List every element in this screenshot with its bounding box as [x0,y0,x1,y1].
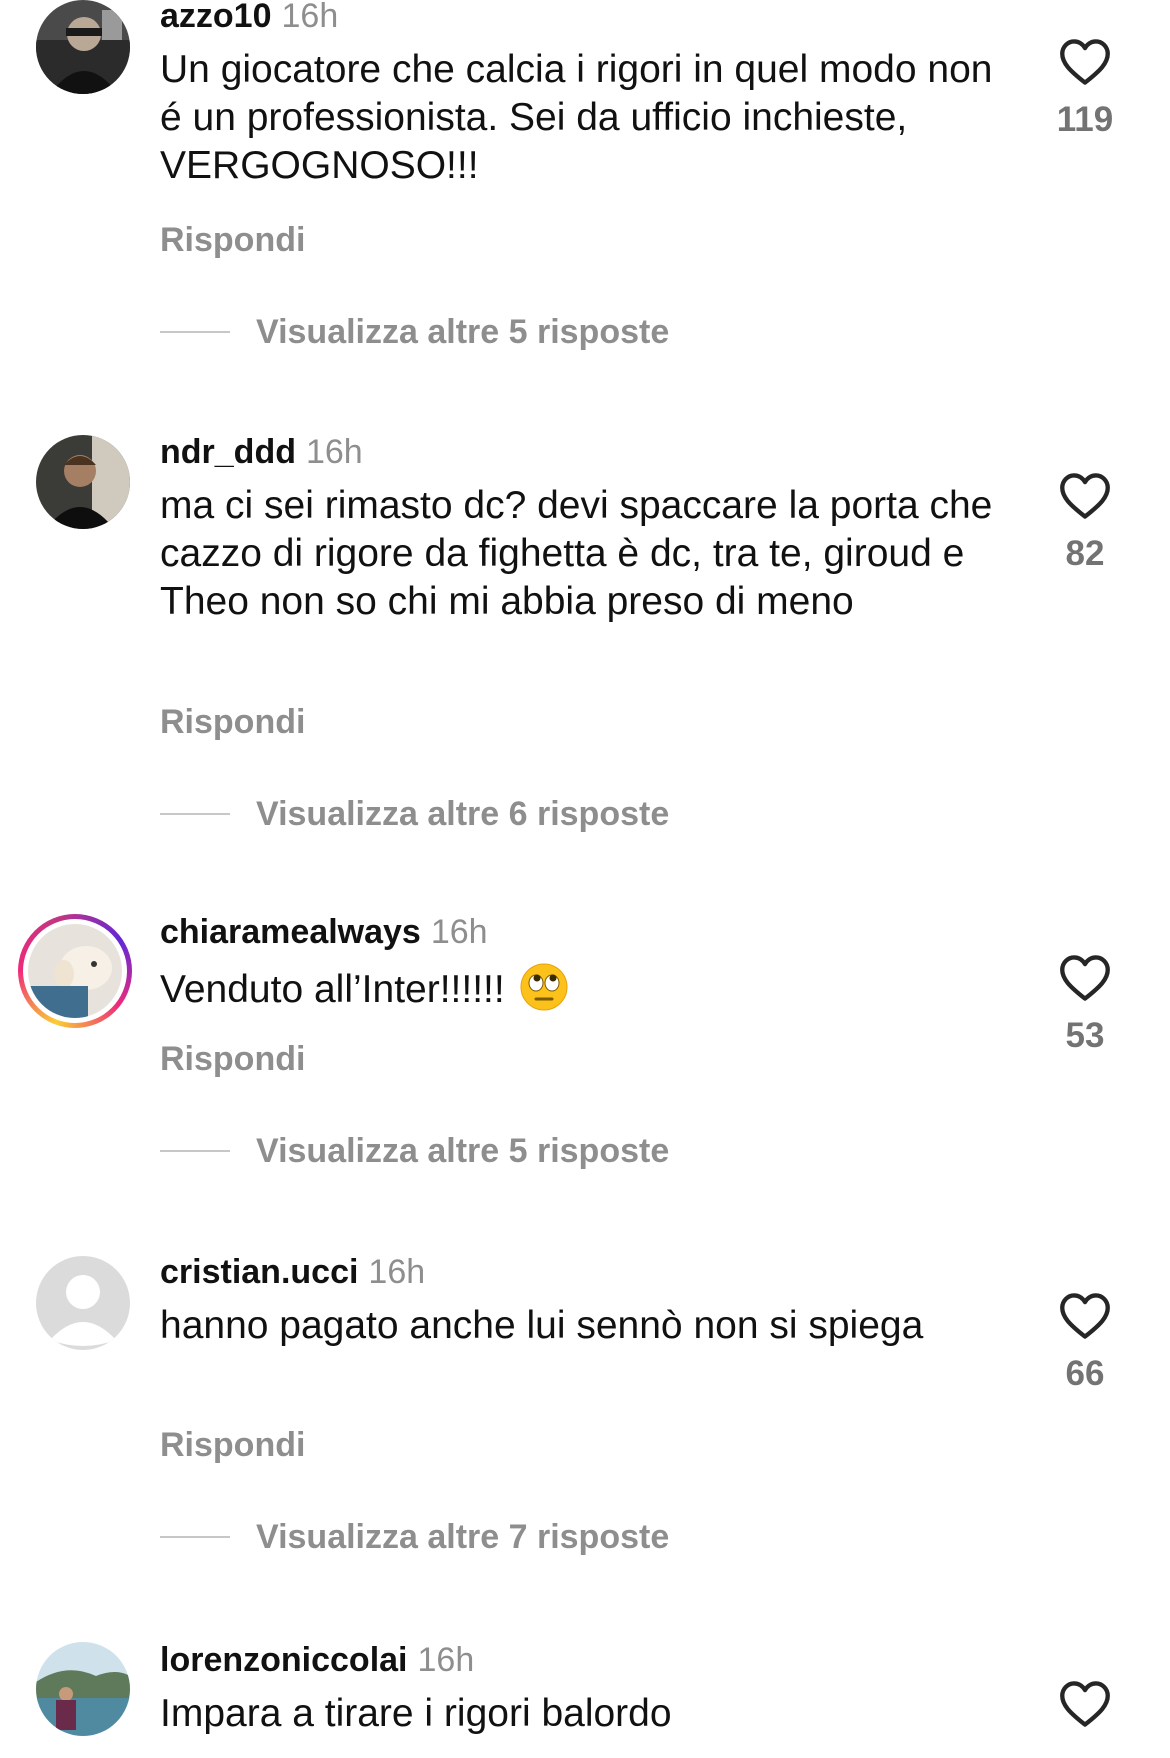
view-replies-label: Visualizza altre 5 risposte [256,1131,670,1170]
comment-header: ndr_ddd 16h [160,432,363,472]
username[interactable]: chiaramealways [160,913,421,951]
reply-button[interactable]: Rispondi [160,702,305,742]
heart-outline-icon [1060,955,1110,1001]
like-button[interactable]: 66 [1040,1292,1130,1394]
comment-text: Impara a tirare i rigori balordo [160,1692,672,1735]
reply-button[interactable]: Rispondi [160,220,305,260]
view-replies-label: Visualizza altre 6 risposte [256,794,670,833]
reply-button[interactable]: Rispondi [160,1425,305,1465]
timestamp: 16h [430,913,488,951]
comment-text: ma ci sei rimasto dc? devi spaccare la p… [160,484,993,623]
user-photo-avatar [36,435,130,529]
like-button[interactable]: 82 [1040,472,1130,574]
view-replies-button[interactable]: Visualizza altre 5 risposte [160,312,669,352]
story-ring-avatar[interactable] [18,914,132,1028]
view-replies-label: Visualizza altre 5 risposte [256,312,670,351]
divider-line [160,813,230,815]
view-replies-button[interactable]: Visualizza altre 6 risposte [160,794,669,834]
username[interactable]: azzo10 [160,0,272,35]
like-button[interactable]: 53 [1040,954,1130,1056]
comment-text: hanno pagato anche lui sennò non si spie… [160,1304,924,1347]
rolling-eyes-emoji-icon [520,963,568,1011]
timestamp: 16h [281,0,339,35]
divider-line [160,1150,230,1152]
avatar[interactable] [36,1642,130,1736]
avatar[interactable] [36,0,130,94]
username[interactable]: lorenzoniccolai [160,1641,408,1679]
heart-outline-icon [1060,1293,1110,1339]
user-photo-avatar [36,0,130,94]
like-count: 53 [1065,1016,1105,1055]
reply-button[interactable]: Rispondi [160,1039,305,1079]
timestamp: 16h [305,433,363,471]
comment-header: azzo10 16h [160,0,338,36]
like-button[interactable] [1040,1680,1130,1728]
dog-photo-avatar [28,924,122,1018]
heart-outline-icon [1060,1681,1110,1727]
default-avatar-icon [36,1256,130,1350]
view-replies-label: Visualizza altre 7 risposte [256,1517,670,1556]
like-count: 119 [1056,100,1114,139]
comment-text: Venduto all’Inter!!!!!! [160,962,1000,1014]
username[interactable]: ndr_ddd [160,433,296,471]
heart-outline-icon [1060,473,1110,519]
avatar[interactable] [36,1256,130,1350]
view-replies-button[interactable]: Visualizza altre 5 risposte [160,1131,669,1171]
user-photo-avatar [36,1642,130,1736]
comment-header: cristian.ucci 16h [160,1252,425,1292]
timestamp: 16h [368,1253,426,1291]
comment-text: Un giocatore che calcia i rigori in quel… [160,48,993,187]
avatar[interactable] [36,435,130,529]
username[interactable]: cristian.ucci [160,1253,358,1291]
comment-text-content: Venduto all’Inter!!!!!! [160,968,505,1011]
heart-outline-icon [1060,39,1110,85]
like-count: 66 [1065,1354,1105,1393]
comment-header: chiaramealways 16h [160,912,488,952]
comment-header: lorenzoniccolai 16h [160,1640,474,1680]
divider-line [160,331,230,333]
view-replies-button[interactable]: Visualizza altre 7 risposte [160,1517,669,1557]
like-button[interactable]: 119 [1040,38,1130,140]
timestamp: 16h [417,1641,475,1679]
divider-line [160,1536,230,1538]
like-count: 82 [1065,534,1105,573]
